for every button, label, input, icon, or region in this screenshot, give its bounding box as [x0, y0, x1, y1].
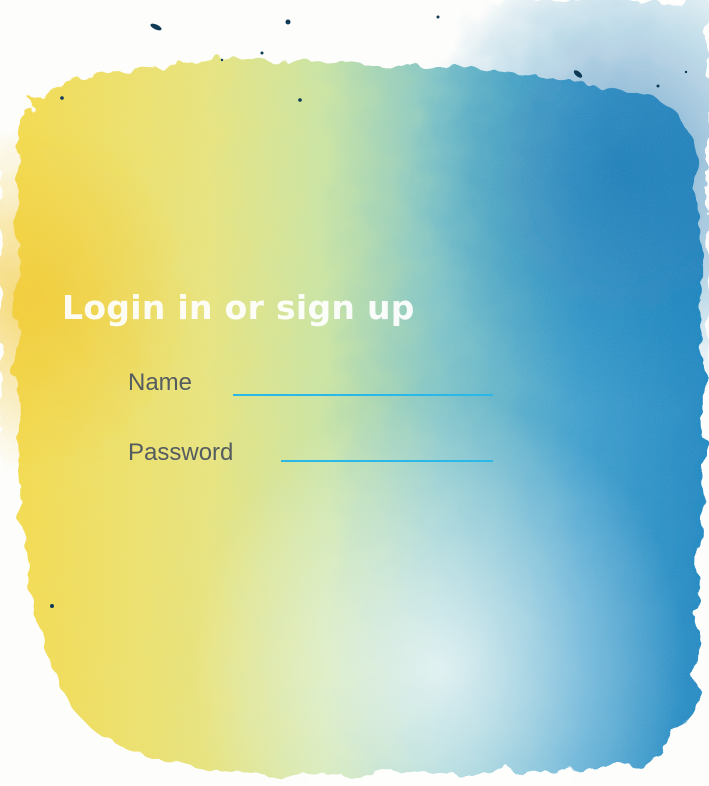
name-label: Name [128, 369, 193, 396]
name-input[interactable] [233, 370, 493, 396]
password-input[interactable] [281, 436, 493, 462]
password-label: Password [128, 439, 234, 466]
password-field-row: Password [128, 436, 498, 476]
page-title: Login in or sign up [62, 288, 415, 327]
name-field-row: Name [128, 366, 498, 406]
login-page: Login in or sign up Name Password [0, 0, 709, 786]
